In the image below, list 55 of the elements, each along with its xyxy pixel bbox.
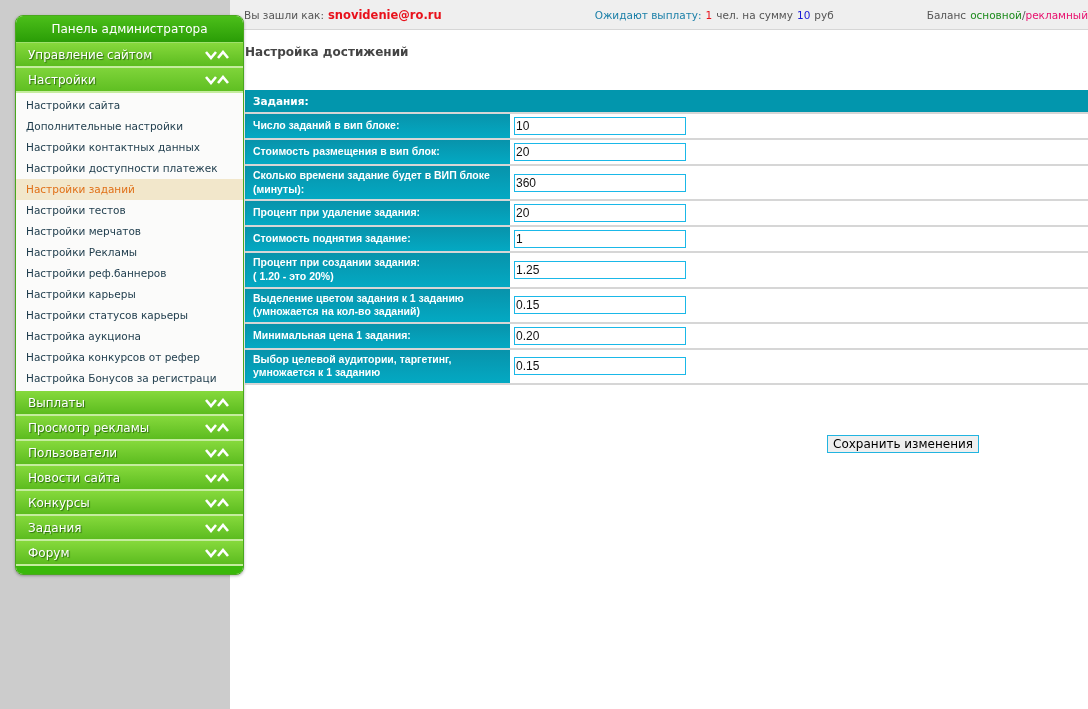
- setting-label: Процент при создании задания: ( 1.20 - это 20%): [245, 253, 510, 287]
- input-field[interactable]: 0.15: [514, 296, 686, 315]
- menu-item[interactable]: Настройки контактных данных: [16, 137, 243, 158]
- setting-label: Выбор целевой аудитории, таргетинг, умножается к 1 заданию: [245, 349, 510, 384]
- chevrons-icon: [205, 447, 229, 458]
- balance-label: Баланс: [926, 8, 967, 21]
- payout-sum: 10: [796, 8, 811, 21]
- user-email: snovidenie@ro.ru: [328, 7, 442, 22]
- setting-label: Сколько времени задание будет в ВИП блоке (минуты):: [245, 166, 510, 200]
- menu-item[interactable]: Настройки тестов: [16, 200, 243, 221]
- menu-item[interactable]: Настройки карьеры: [16, 284, 243, 305]
- chevrons-icon: [205, 522, 229, 533]
- payout-count: 1: [705, 8, 713, 21]
- menu-item[interactable]: Настройки реф.баннеров: [16, 263, 243, 284]
- menu-item[interactable]: Настройки статусов карьеры: [16, 305, 243, 326]
- chevrons-icon: [205, 547, 229, 558]
- balance-main-link[interactable]: основной: [970, 8, 1022, 21]
- menu-item[interactable]: Настройка конкурсов от рефер: [16, 347, 243, 368]
- chevrons-icon: [205, 397, 229, 408]
- menu-item[interactable]: Настройки доступности платежек: [16, 158, 243, 179]
- chevrons-icon: [205, 49, 229, 60]
- menu-item[interactable]: Настройки мерчатов: [16, 221, 243, 242]
- separator: /: [1021, 8, 1026, 21]
- input-field[interactable]: 20: [514, 143, 686, 161]
- setting-label: Минимальная цена 1 задания:: [245, 323, 510, 348]
- menu-item[interactable]: Настройка Бонусов за регистраци: [16, 368, 243, 389]
- chevrons-icon: [205, 497, 229, 508]
- page-title: Настройка достижений: [244, 44, 410, 61]
- balance-ads-link[interactable]: рекламный: [1025, 8, 1088, 21]
- input-field[interactable]: 1: [514, 230, 686, 249]
- input-field[interactable]: 0.20: [514, 326, 686, 345]
- payout-label: Ожидают выплату:: [594, 8, 702, 21]
- menu-item[interactable]: Настройки сайта: [16, 95, 243, 116]
- setting-label: Стоимость размещения в вип блок:: [245, 140, 510, 164]
- payout-text: чел. на сумму: [716, 8, 793, 21]
- menu-item[interactable]: Настройки Рекламы: [16, 242, 243, 263]
- setting-label: Процент при удаление задания:: [245, 201, 510, 226]
- input-field[interactable]: 10: [514, 117, 686, 135]
- chevrons-icon: [205, 74, 229, 85]
- input-field[interactable]: 1.25: [514, 260, 686, 279]
- login-label: Вы зашли как:: [244, 8, 324, 21]
- input-field[interactable]: 20: [514, 204, 686, 223]
- input-field[interactable]: 0.15: [514, 357, 686, 376]
- panel-title: Панель администратора: [16, 16, 243, 43]
- chevrons-icon: [205, 472, 229, 483]
- setting-label: Стоимость поднятия задание:: [245, 227, 510, 252]
- input-field[interactable]: 360: [514, 173, 686, 192]
- chevrons-icon: [205, 422, 229, 433]
- table-header: Задания:: [245, 90, 1088, 114]
- payout-unit: руб: [814, 8, 834, 21]
- menu-item[interactable]: Дополнительные настройки: [16, 116, 243, 137]
- save-button[interactable]: Сохранить изменения: [827, 435, 980, 454]
- menu-item[interactable]: Настройка аукциона: [16, 326, 243, 347]
- setting-label: Выделение цветом задания к 1 заданию (умножается на кол-во заданий): [245, 288, 510, 322]
- setting-label: Число заданий в вип блоке:: [245, 114, 510, 138]
